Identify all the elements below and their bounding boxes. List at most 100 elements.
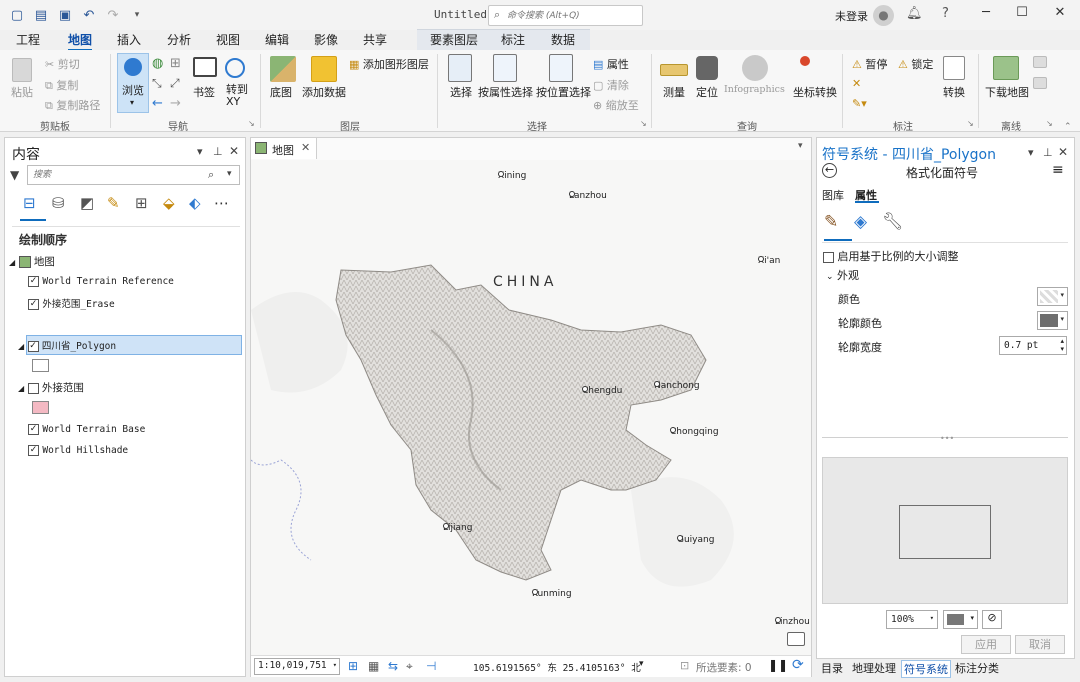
convert-labels-button[interactable]: 转换 [943, 84, 965, 100]
tab-geoprocessing[interactable]: 地理处理 [852, 660, 896, 676]
bell-icon[interactable]: 🔔︎ [906, 6, 923, 21]
forward-icon[interactable]: → [170, 96, 181, 111]
minimize-button[interactable]: ─ [976, 5, 996, 25]
back-icon[interactable]: ← [152, 96, 163, 111]
more-labeling-icon[interactable]: ✎▾ [852, 97, 867, 110]
tab-imagery[interactable]: 影像 [314, 31, 338, 48]
layer-visibility-checkbox[interactable]: ✓ [28, 298, 39, 310]
tab-catalog[interactable]: 目录 [821, 660, 843, 676]
cancel-button[interactable]: 取消 [1015, 635, 1065, 654]
collapse-icon[interactable]: ◢ [18, 342, 24, 351]
list-by-selection-icon[interactable]: ◩ [80, 194, 94, 212]
search-icon[interactable]: ⌕ [208, 168, 214, 182]
wrench-icon[interactable]: 🔧︎ [882, 212, 904, 232]
list-by-perspective-icon[interactable]: ⬖ [189, 194, 201, 212]
undo-icon[interactable]: ↶ [80, 6, 98, 24]
tab-label-class[interactable]: 标注分类 [955, 660, 999, 676]
sync-icon[interactable] [1033, 56, 1047, 68]
open-icon[interactable]: ▤ [32, 6, 50, 24]
list-by-editing-icon[interactable]: ✎ [107, 194, 120, 212]
infographics-button[interactable]: Infographics [724, 84, 785, 95]
map-view[interactable] [250, 137, 812, 677]
scale-combobox[interactable]: 1:10,019,751 ▾ [254, 658, 340, 675]
explore-button[interactable]: 浏览 ▾ [117, 53, 149, 113]
layer-visibility-checkbox[interactable]: ✓ [28, 444, 39, 456]
layers-icon[interactable]: ◈ [854, 212, 867, 232]
copy-path-button[interactable]: ⧉ 复制路径 [45, 97, 100, 113]
maximize-button[interactable]: ☐ [1012, 5, 1032, 25]
customize-qat-icon[interactable]: ▾ [128, 6, 146, 24]
collapse-icon[interactable]: ◢ [18, 384, 24, 393]
pane-menu-icon[interactable]: ▾ [197, 145, 203, 158]
clear-selection-button[interactable]: ▢ 清除 [593, 77, 629, 93]
tab-data[interactable]: 数据 [551, 31, 575, 48]
map-node[interactable]: ◢ 地图 [9, 254, 55, 272]
snapping-icon[interactable]: ⇆ [388, 659, 398, 673]
zoom-to-selection-button[interactable]: ⊕ 缩放至 [593, 97, 639, 113]
scale-sizing-option[interactable]: 启用基于比例的大小调整 [823, 248, 959, 264]
goto-xy-button[interactable]: 转到 XY [226, 84, 248, 108]
polygon-symbol-swatch[interactable] [32, 359, 49, 372]
avatar[interactable]: ● [873, 5, 894, 26]
pause-labeling-button[interactable]: ⚠ 暂停 [852, 56, 887, 72]
close-button[interactable]: ✕ [1050, 5, 1070, 25]
pin-icon[interactable]: ⊥ [213, 145, 223, 158]
pin-icon[interactable]: ⊥ [1043, 146, 1053, 159]
map-view-tab[interactable]: 地图 ✕ [250, 137, 317, 159]
copy-button[interactable]: ⧉ 复制 [45, 77, 78, 93]
select-button[interactable]: 选择 [450, 84, 472, 100]
chevron-down-icon[interactable]: ▾ [227, 169, 232, 179]
layer-row-selected[interactable]: ◢ ✓ 四川省_Polygon [18, 338, 116, 356]
pane-menu-icon[interactable]: ▾ [1028, 146, 1034, 159]
list-by-labeling-icon[interactable]: ⬙ [163, 194, 175, 212]
select-by-attributes-button[interactable]: 按属性选择 [478, 84, 533, 100]
attributes-button[interactable]: ▤ 属性 [593, 56, 629, 72]
pause-drawing-icon[interactable]: ❚❚ [768, 658, 788, 672]
tab-analysis[interactable]: 分析 [167, 31, 191, 48]
brush-icon[interactable]: ✎ [824, 212, 838, 232]
chevron-down-icon[interactable]: ▾ [798, 141, 803, 151]
toggle-grid-icon[interactable]: ⊘ [982, 610, 1002, 629]
table-icon[interactable]: ▦ [368, 659, 379, 673]
layer-row[interactable]: ✓ 外接范围_Erase [28, 296, 115, 314]
outer-extent-symbol-swatch[interactable] [32, 401, 49, 414]
grid-icon[interactable]: ⊞ [348, 659, 358, 673]
tab-edit[interactable]: 编辑 [265, 31, 289, 48]
list-by-snapping-icon[interactable]: ⊞ [135, 194, 148, 212]
scale-sizing-checkbox[interactable] [823, 251, 834, 263]
new-project-icon[interactable]: ▢ [8, 6, 26, 24]
lock-icon[interactable]: ⊣ [426, 659, 436, 673]
zoom-in-fixed-icon[interactable]: ⤡ [152, 76, 162, 91]
close-icon[interactable]: ✕ [1058, 145, 1068, 159]
add-data-button[interactable]: 添加数据 [302, 84, 346, 100]
dialog-launcher-icon[interactable]: ↘ [967, 119, 974, 128]
preview-background-picker[interactable]: ▾ [943, 610, 978, 629]
help-icon[interactable]: ? [942, 6, 949, 21]
dialog-launcher-icon[interactable]: ↘ [248, 119, 255, 128]
contents-search[interactable]: ⌕ ▾ [27, 165, 240, 185]
apply-button[interactable]: 应用 [961, 635, 1011, 654]
refresh-icon[interactable]: ⟳ [792, 657, 804, 673]
command-search[interactable]: ⌕ [488, 5, 643, 26]
add-graphics-layer-button[interactable]: ▦ 添加图形图层 [349, 56, 429, 72]
tab-gallery[interactable]: 图库 [822, 187, 844, 203]
bookmarks-button[interactable]: 书签 [193, 84, 215, 100]
signin-status[interactable]: 未登录 [835, 8, 868, 24]
measure-button[interactable]: 测量 [663, 84, 685, 100]
preview-zoom-combobox[interactable]: 100% ▾ [886, 610, 938, 629]
layer-row[interactable]: ✓ World Hillshade [28, 444, 128, 462]
more-options-icon[interactable]: ⋯ [214, 194, 229, 212]
tab-labeling[interactable]: 标注 [501, 31, 525, 48]
redo-icon[interactable]: ↷ [104, 6, 122, 24]
layer-row[interactable]: ◢ 外接范围 [18, 380, 84, 398]
tab-symbology[interactable]: 符号系统 [901, 660, 951, 678]
menu-icon[interactable]: ≡ [1052, 162, 1064, 178]
zoom-out-fixed-icon[interactable]: ⤢ [170, 76, 180, 91]
convert-coordinates-button[interactable]: 坐标转换 [793, 84, 837, 100]
list-by-source-icon[interactable]: ⛁ [52, 194, 65, 212]
map-canvas[interactable] [251, 160, 811, 676]
collapse-icon[interactable]: ◢ [9, 258, 15, 267]
paste-button[interactable]: 粘贴 [11, 84, 33, 100]
basemap-attribution-icon[interactable] [787, 632, 805, 646]
tab-insert[interactable]: 插入 [117, 31, 141, 48]
